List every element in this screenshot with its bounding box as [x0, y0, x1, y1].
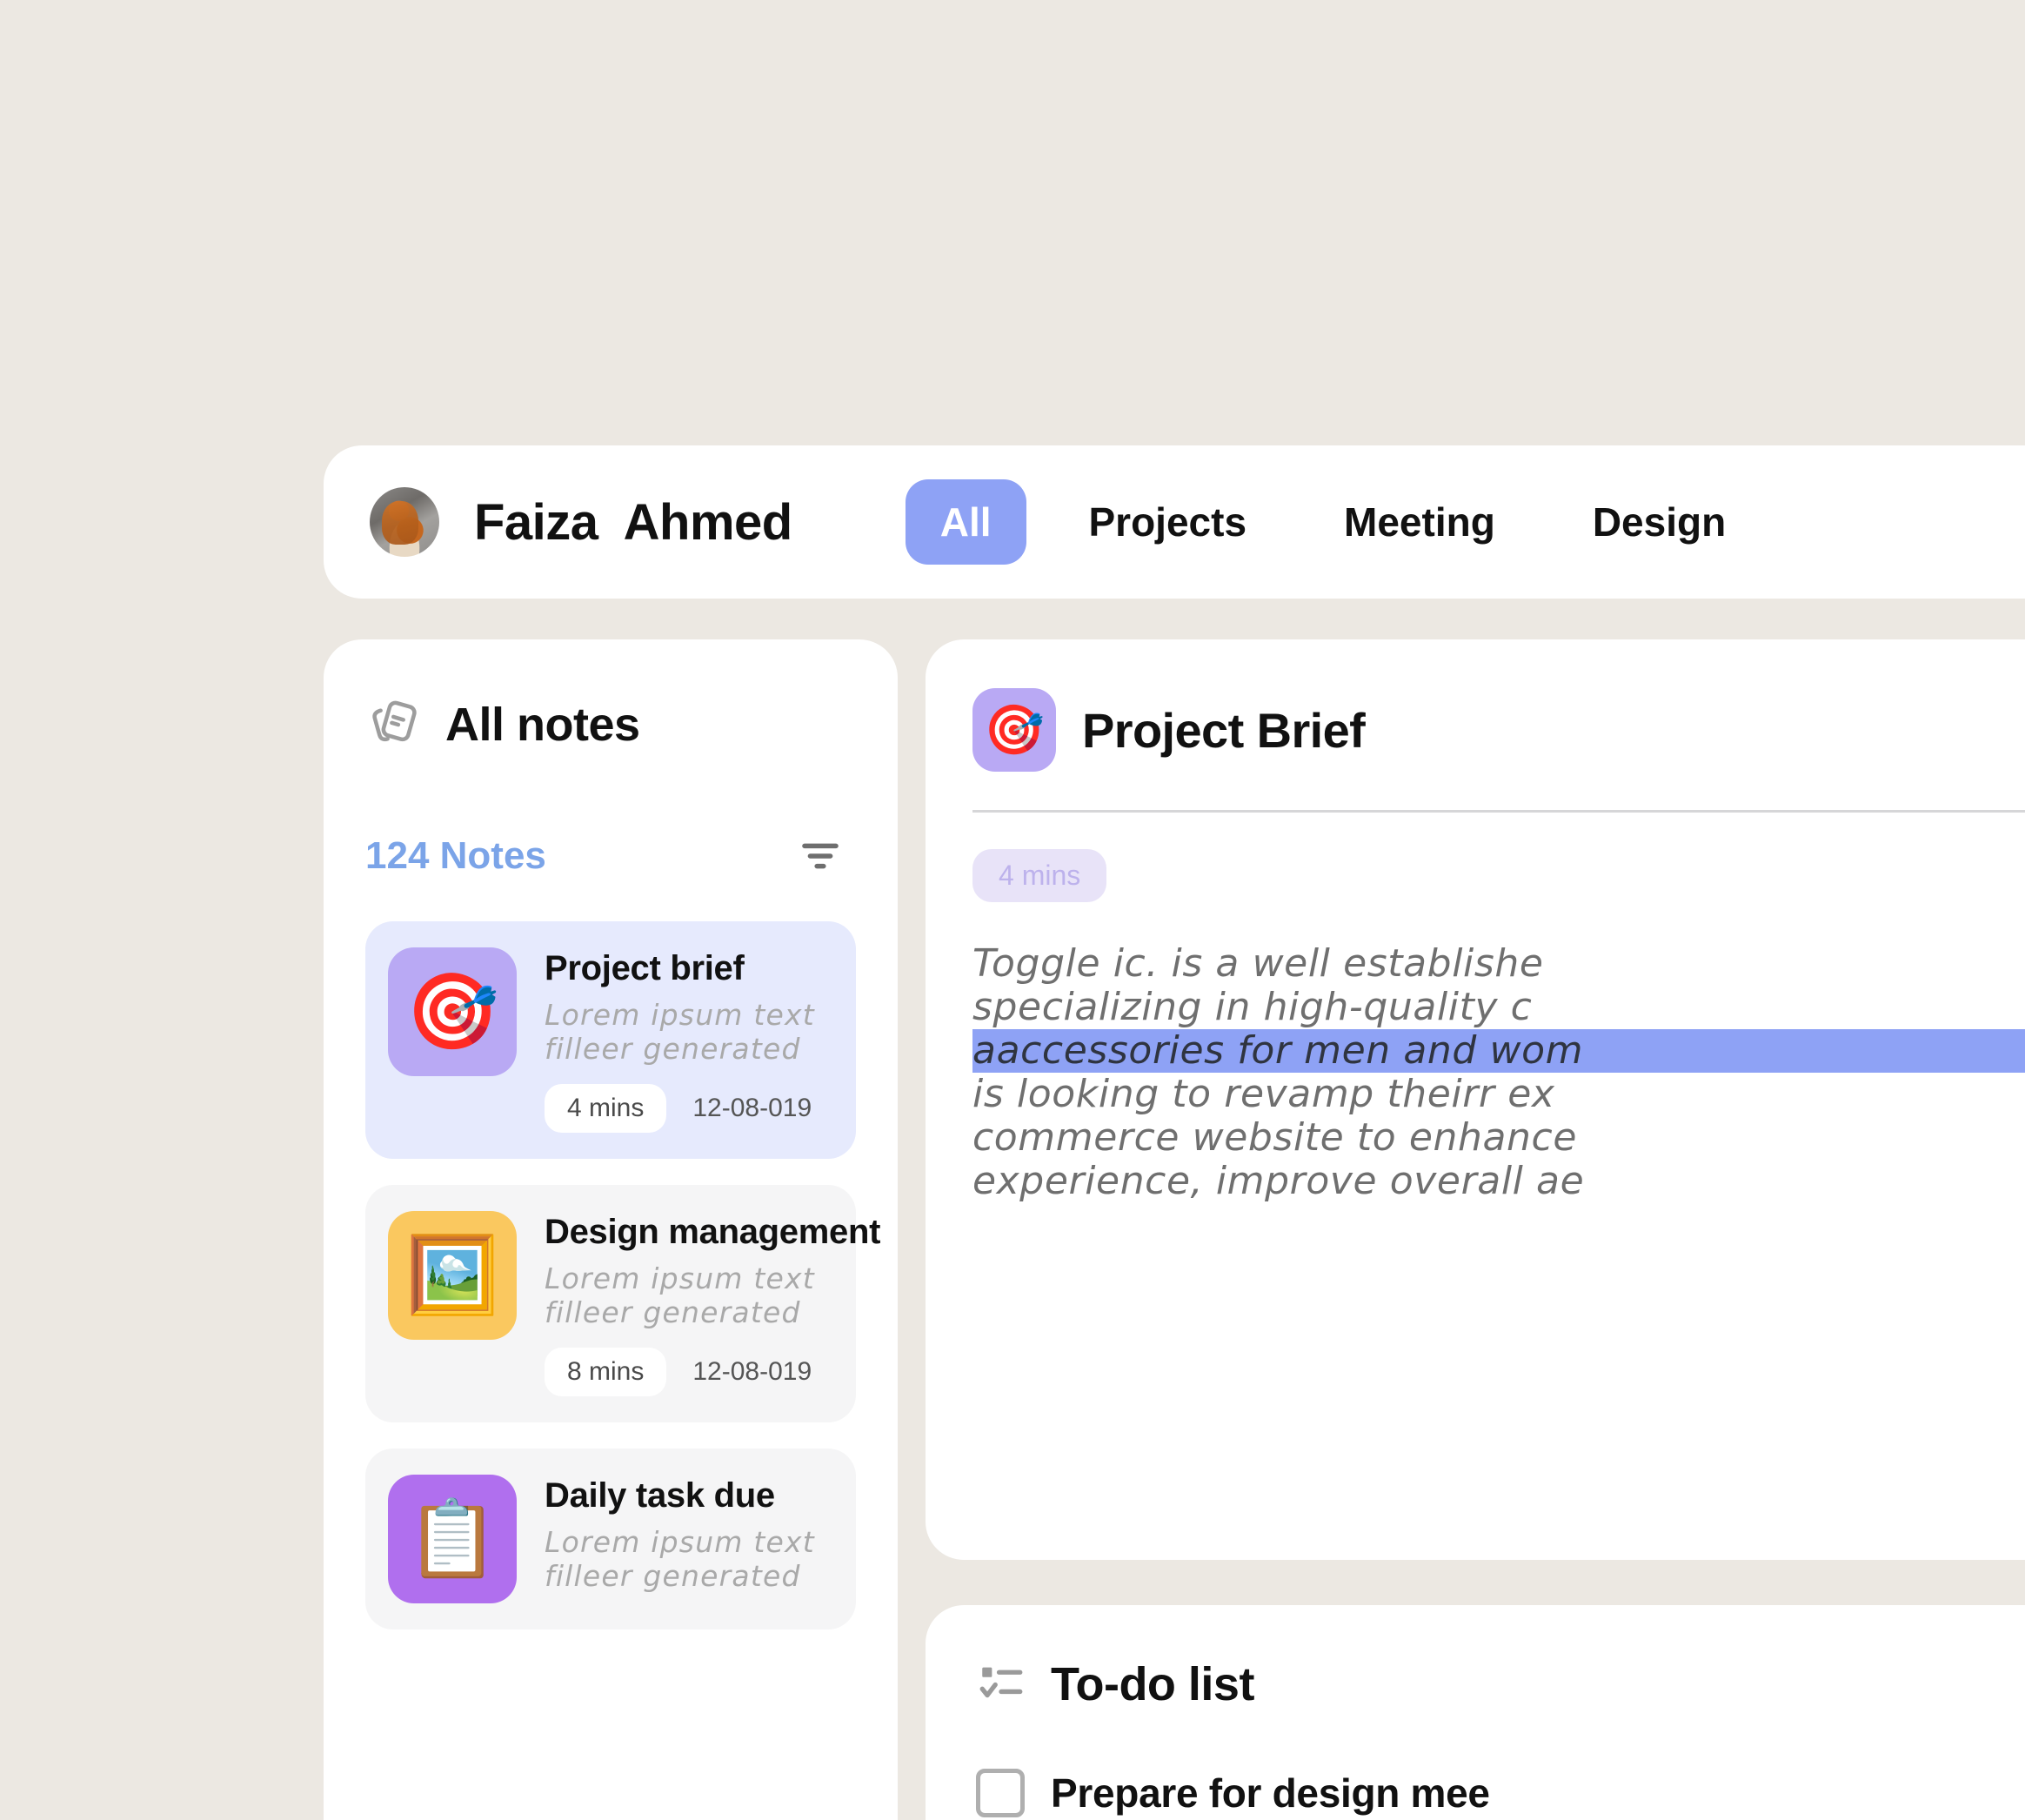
note-body: Project brief Lorem ipsum text filleer g…	[545, 947, 830, 1133]
all-notes-header: All notes	[365, 697, 856, 753]
note-title: Daily task due	[545, 1475, 775, 1515]
todo-item[interactable]: Prepare for design mee	[976, 1769, 2025, 1817]
note-thumb-glyph: 📋	[405, 1496, 499, 1581]
note-card-project-brief[interactable]: 🎯 Project brief Lorem ipsum text filleer…	[365, 921, 856, 1159]
all-notes-title: All notes	[445, 699, 640, 751]
note-thumb-glyph: 🖼️	[405, 1233, 499, 1317]
notes-count: 124 Notes	[365, 834, 546, 877]
project-brief-body[interactable]: Toggle ic. is a well establishe speciali…	[972, 942, 2025, 1203]
note-card-daily-task-due[interactable]: 📋 Daily task due Lorem ipsum text fillee…	[365, 1448, 856, 1629]
brief-line-highlighted: aaccessories for men and wom	[972, 1029, 2025, 1073]
project-brief-panel: 🎯 Project Brief 4 mins Toggle ic. is a w…	[926, 639, 2025, 1560]
avatar[interactable]	[370, 487, 439, 557]
note-description: Lorem ipsum text filleer generated	[545, 1524, 815, 1593]
todo-list-title: To-do list	[1051, 1658, 1254, 1710]
brief-icon-glyph: 🎯	[984, 702, 1045, 757]
brief-duration-badge: 4 mins	[972, 849, 1107, 902]
user-name: Faiza Ahmed	[474, 493, 792, 551]
note-body: Daily task due Lorem ipsum text filleer …	[545, 1475, 830, 1594]
filter-icon[interactable]	[793, 829, 847, 883]
top-header-bar: Faiza Ahmed All Projects Meeting Design	[324, 445, 2025, 599]
note-date: 12-08-019	[692, 1356, 812, 1386]
all-notes-panel: All notes 124 Notes 🎯 Project brief Lore…	[324, 639, 898, 1820]
note-meta: 4 mins 12-08-019	[545, 1083, 830, 1133]
tab-all[interactable]: All	[905, 479, 1026, 565]
todo-list-header: To-do list	[976, 1657, 2025, 1711]
todo-list-panel: To-do list Prepare for design mee	[926, 1605, 2025, 1820]
notes-list: 🎯 Project brief Lorem ipsum text filleer…	[365, 921, 881, 1629]
note-duration-badge: 4 mins	[545, 1083, 667, 1133]
project-brief-dart-icon: 🎯	[972, 688, 1056, 772]
tab-meeting[interactable]: Meeting	[1309, 479, 1530, 565]
checklist-icon	[976, 1659, 1026, 1710]
note-body: Design management Lorem ipsum text fille…	[545, 1211, 881, 1396]
notes-count-row: 124 Notes	[365, 829, 856, 883]
todo-item-label: Prepare for design mee	[1051, 1770, 1490, 1816]
note-description: Lorem ipsum text filleer generated	[545, 998, 815, 1066]
brief-line: commerce website to enhance	[972, 1115, 1577, 1160]
note-title: Project brief	[545, 949, 745, 987]
note-title: Design management	[545, 1212, 881, 1251]
todo-checkbox[interactable]	[976, 1769, 1025, 1817]
note-thumb-glyph: 🎯	[405, 970, 499, 1054]
note-thumbnail-clipboard-icon: 📋	[388, 1474, 517, 1603]
tab-design[interactable]: Design	[1558, 479, 1761, 565]
project-brief-header: 🎯 Project Brief	[972, 688, 2025, 772]
brief-line: specializing in high-quality c	[972, 985, 1533, 1029]
note-date: 12-08-019	[692, 1093, 812, 1122]
note-meta: 8 mins 12-08-019	[545, 1347, 830, 1396]
note-thumbnail-dart-icon: 🎯	[388, 947, 517, 1076]
brief-line: Toggle ic. is a well establishe	[972, 941, 1544, 986]
note-description: Lorem ipsum text filleer generated	[545, 1261, 815, 1329]
note-card-design-management[interactable]: 🖼️ Design management Lorem ipsum text fi…	[365, 1184, 881, 1422]
note-duration-badge: 8 mins	[545, 1347, 667, 1396]
app-root: Faiza Ahmed All Projects Meeting Design …	[0, 0, 2025, 1820]
brief-line: is looking to revamp theirr ex	[972, 1072, 1555, 1116]
stacked-notes-icon	[365, 697, 421, 753]
note-thumbnail-frame-icon: 🖼️	[388, 1210, 517, 1340]
project-brief-title: Project Brief	[1082, 702, 1366, 758]
nav-tabs: All Projects Meeting Design	[905, 479, 1761, 565]
tab-projects[interactable]: Projects	[1054, 479, 1282, 565]
brief-line: experience, improve overall ae	[972, 1159, 1585, 1203]
